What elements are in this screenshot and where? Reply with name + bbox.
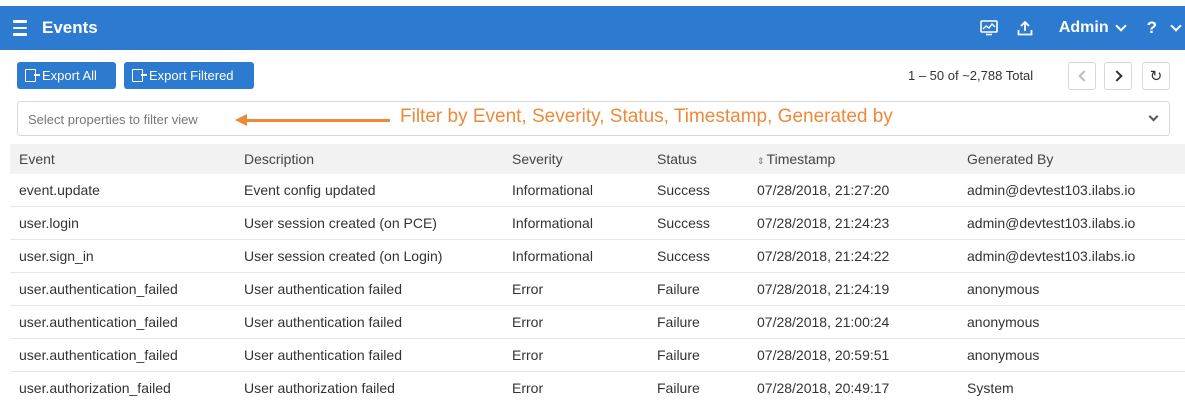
cell-status: Success [657,215,710,231]
table-body: event.update Event config updated Informat… [10,174,1185,401]
previous-page-button[interactable] [1068,62,1096,90]
cell-severity: Error [512,314,544,330]
refresh-button[interactable]: ↻ [1142,62,1170,90]
sort-icon: ⇕ [757,156,765,166]
cell-description: User authentication failed [244,347,402,363]
cell-timestamp: 07/28/2018, 20:49:17 [757,380,890,396]
export-filtered-label: Export Filtered [149,68,234,83]
cell-event: user.sign_in [19,248,94,264]
export-all-button[interactable]: Export All [17,62,116,89]
cell-severity: Error [512,347,544,363]
column-header-timestamp-label: Timestamp [766,151,836,167]
cell-status: Failure [657,380,700,396]
cell-generated-by: anonymous [967,314,1040,330]
filter-annotation: Filter by Event, Severity, Status, Times… [400,106,893,127]
cell-description: User authentication failed [244,281,402,297]
cell-description: Event config updated [244,182,376,198]
chevron-left-icon [1077,70,1090,82]
cell-description: User authentication failed [244,314,402,330]
cell-generated-by: anonymous [967,281,1040,297]
cell-severity: Informational [512,215,593,231]
page-title: Events [42,18,98,37]
cell-status: Failure [657,314,700,330]
cell-description: User authorization failed [244,380,395,396]
cell-timestamp: 07/28/2018, 20:59:51 [757,347,890,363]
column-header-event[interactable]: Event [10,151,235,167]
cell-severity: Informational [512,182,593,198]
refresh-icon: ↻ [1149,68,1163,85]
events-table: Event Description Severity Status ⇕ Times… [10,144,1185,401]
cell-severity: Informational [512,248,593,264]
more-chevron-down-icon[interactable] [1167,6,1185,50]
table-row[interactable]: user.login User session created (on PCE) I… [10,207,1185,240]
cell-timestamp: 07/28/2018, 21:27:20 [757,182,890,198]
filter-placeholder: Select properties to filter view [28,112,198,127]
next-page-button[interactable] [1104,62,1132,90]
cell-generated-by: admin@devtest103.ilabs.io [967,182,1136,198]
table-header: Event Description Severity Status ⇕ Times… [10,144,1185,174]
cell-status: Success [657,182,710,198]
chevron-down-icon[interactable] [1148,111,1159,122]
cell-event: user.authentication_failed [19,281,178,297]
export-icon [132,69,147,82]
column-header-status[interactable]: Status [648,151,748,167]
cell-severity: Error [512,380,544,396]
table-row[interactable]: user.sign_in User session created (on Log… [10,240,1185,273]
header-actions: Admin ? [971,6,1185,50]
cell-timestamp: 07/28/2018, 21:24:22 [757,248,890,264]
table-row[interactable]: event.update Event config updated Informat… [10,174,1185,207]
chevron-down-icon [1114,20,1127,32]
cell-status: Failure [657,347,700,363]
export-all-label: Export All [42,68,97,83]
column-header-severity[interactable]: Severity [503,151,648,167]
cell-timestamp: 07/28/2018, 21:24:23 [757,215,890,231]
cell-event: user.authorization_failed [19,380,171,396]
table-row[interactable]: user.authorization_failed User authorizat… [10,372,1185,401]
column-header-generated-by[interactable]: Generated By [958,151,1185,167]
table-row[interactable]: user.authentication_failed User authentic… [10,273,1185,306]
export-icon [25,69,40,82]
cell-severity: Error [512,281,544,297]
table-row[interactable]: user.authentication_failed User authentic… [10,339,1185,372]
cell-timestamp: 07/28/2018, 21:24:19 [757,281,890,297]
cell-generated-by: admin@devtest103.ilabs.io [967,215,1136,231]
chevron-right-icon [1110,70,1123,82]
cell-status: Failure [657,281,700,297]
cell-generated-by: anonymous [967,347,1040,363]
cell-timestamp: 07/28/2018, 21:00:24 [757,314,890,330]
cell-event: user.authentication_failed [19,347,178,363]
upload-icon[interactable] [1007,6,1043,50]
column-header-description[interactable]: Description [235,151,503,167]
help-button[interactable]: ? [1137,18,1167,38]
user-menu-label: Admin [1058,19,1109,36]
table-row[interactable]: user.authentication_failed User authentic… [10,306,1185,339]
cell-description: User session created (on PCE) [244,215,437,231]
pagination-status: 1 – 50 of ~2,788 Total [908,68,1034,83]
cell-generated-by: admin@devtest103.ilabs.io [967,248,1136,264]
cell-status: Success [657,248,710,264]
cell-generated-by: System [967,380,1014,396]
user-menu[interactable]: Admin [1043,19,1137,37]
monitor-icon[interactable] [971,6,1007,50]
cell-event: user.login [19,215,79,231]
annotation-arrow [240,119,390,122]
cell-event: event.update [19,182,100,198]
help-label: ? [1146,18,1157,37]
export-filtered-button[interactable]: Export Filtered [124,62,254,89]
column-header-timestamp[interactable]: ⇕ Timestamp [748,151,958,167]
cell-event: user.authentication_failed [19,314,178,330]
menu-icon[interactable] [0,6,40,50]
cell-description: User session created (on Login) [244,248,443,264]
app-header: Events Admin ? [0,6,1185,50]
